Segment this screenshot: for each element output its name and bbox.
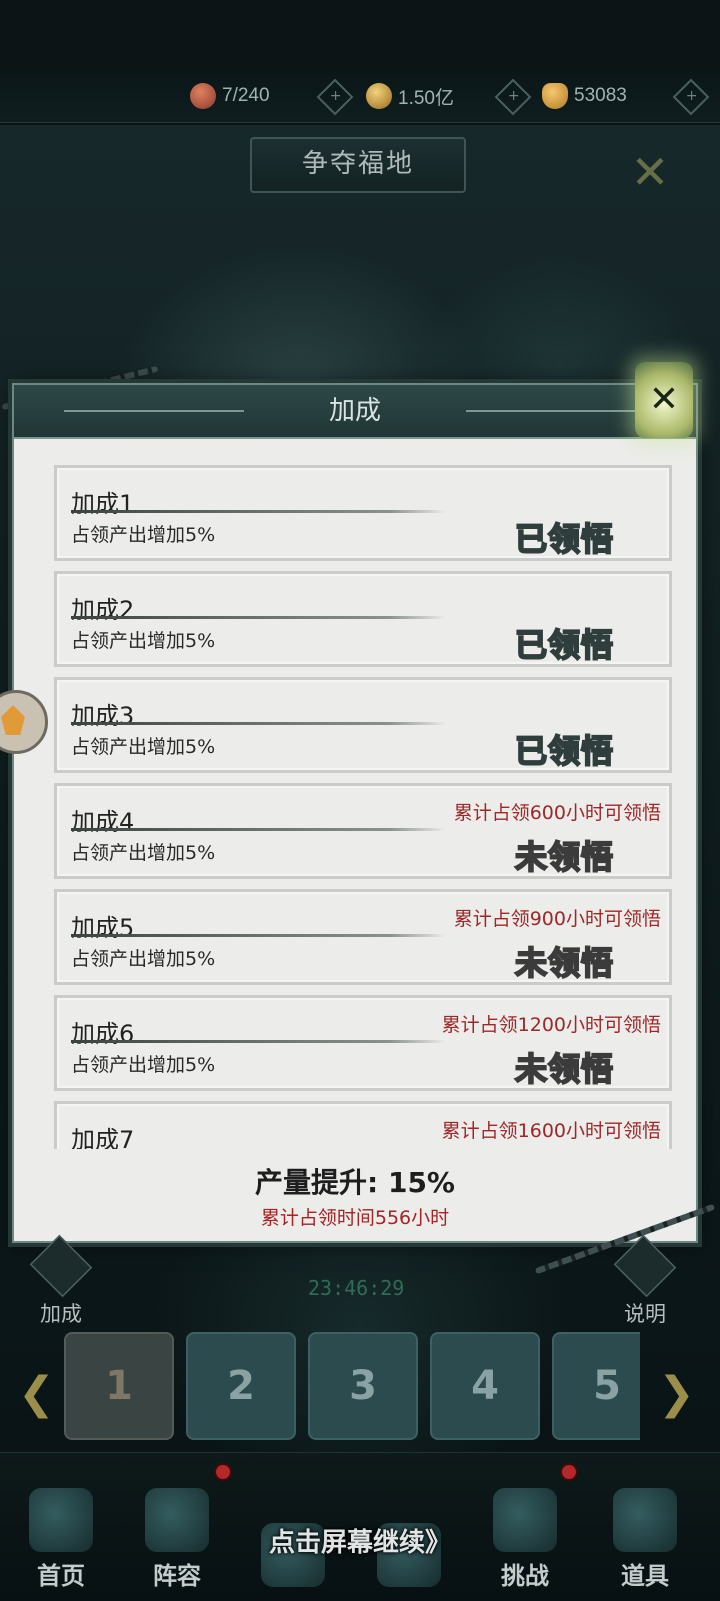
gourd-icon [190,83,216,109]
page-tab-1[interactable]: 1 [64,1332,174,1440]
resource-hearts: 53083 + [542,78,710,116]
bonus-card: 加成3 占领产出增加5% 已领悟 [54,677,672,773]
bonus-requirement: 累计占领1200小时可领悟 [441,1014,661,1036]
production-boost: 产量提升: 15% [255,1166,455,1199]
bonus-name: 加成3 [71,702,135,730]
bonus-card: 加成5 累计占领900小时可领悟 占领产出增加5% 未领悟 [54,889,672,985]
bonus-button[interactable]: 加成 [26,1234,96,1328]
bonus-modal: 加成 加成1 占领产出增加5% 已领悟 加成2 占领产出增加5% 已领悟 加成3… [12,383,698,1243]
page-tab-3[interactable]: 3 [308,1332,418,1440]
bonus-desc: 占领产出增加5% [71,524,216,546]
scene-title: 争夺福地 [250,137,466,193]
bonus-status: 已领悟 [514,519,615,559]
resource-stamina: 7/240 + [190,78,354,116]
bonus-requirement: 累计占领600小时可领悟 [453,802,661,824]
heart-icon [542,83,568,109]
arrow-up-icon [29,1234,93,1298]
nav-challenge-label: 挑战 [501,1562,549,1590]
bonus-requirement: 累计占领1600小时可领悟 [441,1120,661,1142]
tap-to-continue-hint[interactable]: 点击屏幕继续》 [0,1522,720,1559]
add-stamina-button[interactable]: + [316,78,354,116]
bonus-card: 加成1 占领产出增加5% 已领悟 [54,465,672,561]
close-icon[interactable]: ✕ [635,362,693,438]
bonus-status: 未领悟 [514,837,615,877]
bonus-name: 加成7 [71,1126,135,1149]
bonus-requirement: 累计占领900小时可领悟 [453,908,661,930]
prev-page-arrow-icon[interactable]: ❮ [18,1368,55,1419]
bonus-desc: 占领产出增加5% [71,842,216,864]
bonus-name: 加成1 [71,490,135,518]
bonus-status: 未领悟 [514,943,615,983]
info-icon [613,1234,677,1298]
info-button-label: 说明 [624,1302,666,1326]
page-tab-4[interactable]: 4 [430,1332,540,1440]
bonus-status: 未领悟 [514,1049,615,1089]
exit-scene-icon[interactable]: ✕ [618,140,682,204]
bonus-button-label: 加成 [40,1302,82,1326]
bonus-name: 加成2 [71,596,135,624]
add-hearts-button[interactable]: + [672,78,710,116]
next-page-arrow-icon[interactable]: ❯ [658,1368,695,1419]
bonus-desc: 占领产出增加5% [71,948,216,970]
info-button[interactable]: 说明 [610,1234,680,1328]
nav-items-label: 道具 [621,1562,669,1590]
occupation-time: 累计占领时间556小时 [260,1207,450,1229]
add-coins-button[interactable]: + [494,78,532,116]
divider [71,828,446,831]
bonus-card: 加成6 累计占领1200小时可领悟 占领产出增加5% 未领悟 [54,995,672,1091]
bonus-desc: 占领产出增加5% [71,736,216,758]
bonus-list[interactable]: 加成1 占领产出增加5% 已领悟 加成2 占领产出增加5% 已领悟 加成3 占领… [40,457,672,1149]
bonus-summary: 产量提升: 15% 累计占领时间556小时 [14,1161,696,1230]
stamina-value: 7/240 [222,85,270,106]
bonus-card: 加成4 累计占领600小时可领悟 占领产出增加5% 未领悟 [54,783,672,879]
resource-bar: 7/240 + 1.50亿 + 53083 + [0,70,720,123]
nav-home-label: 首页 [37,1562,85,1590]
bonus-name: 加成4 [71,808,135,836]
bonus-status: 已领悟 [514,731,615,771]
coins-value: 1.50亿 [398,87,454,109]
page-tab-5[interactable]: 5 [552,1332,640,1440]
bonus-card: 加成2 占领产出增加5% 已领悟 [54,571,672,667]
bonus-card: 加成7 累计占领1600小时可领悟 [54,1101,672,1149]
bonus-desc: 占领产出增加5% [71,630,216,652]
modal-header: 加成 [14,385,696,439]
divider [71,934,446,937]
bonus-name: 加成5 [71,914,135,942]
divider [71,1040,446,1043]
page-tab-2[interactable]: 2 [186,1332,296,1440]
bonus-name: 加成6 [71,1020,135,1048]
notification-badge [214,1463,232,1481]
divider [71,722,446,725]
divider [71,616,446,619]
page-tabs: 1 2 3 4 5 [64,1332,640,1442]
coin-icon [366,83,392,109]
star-icon [1,705,25,735]
nav-lineup-label: 阵容 [153,1562,201,1590]
countdown-timer: 23:46:29 [308,1276,405,1300]
divider [71,510,446,513]
resource-coins: 1.50亿 + [366,78,532,116]
modal-title: 加成 [328,396,381,426]
hearts-value: 53083 [574,85,627,106]
bonus-status: 已领悟 [514,625,615,665]
notification-badge [560,1463,578,1481]
bonus-desc: 占领产出增加5% [71,1054,216,1076]
